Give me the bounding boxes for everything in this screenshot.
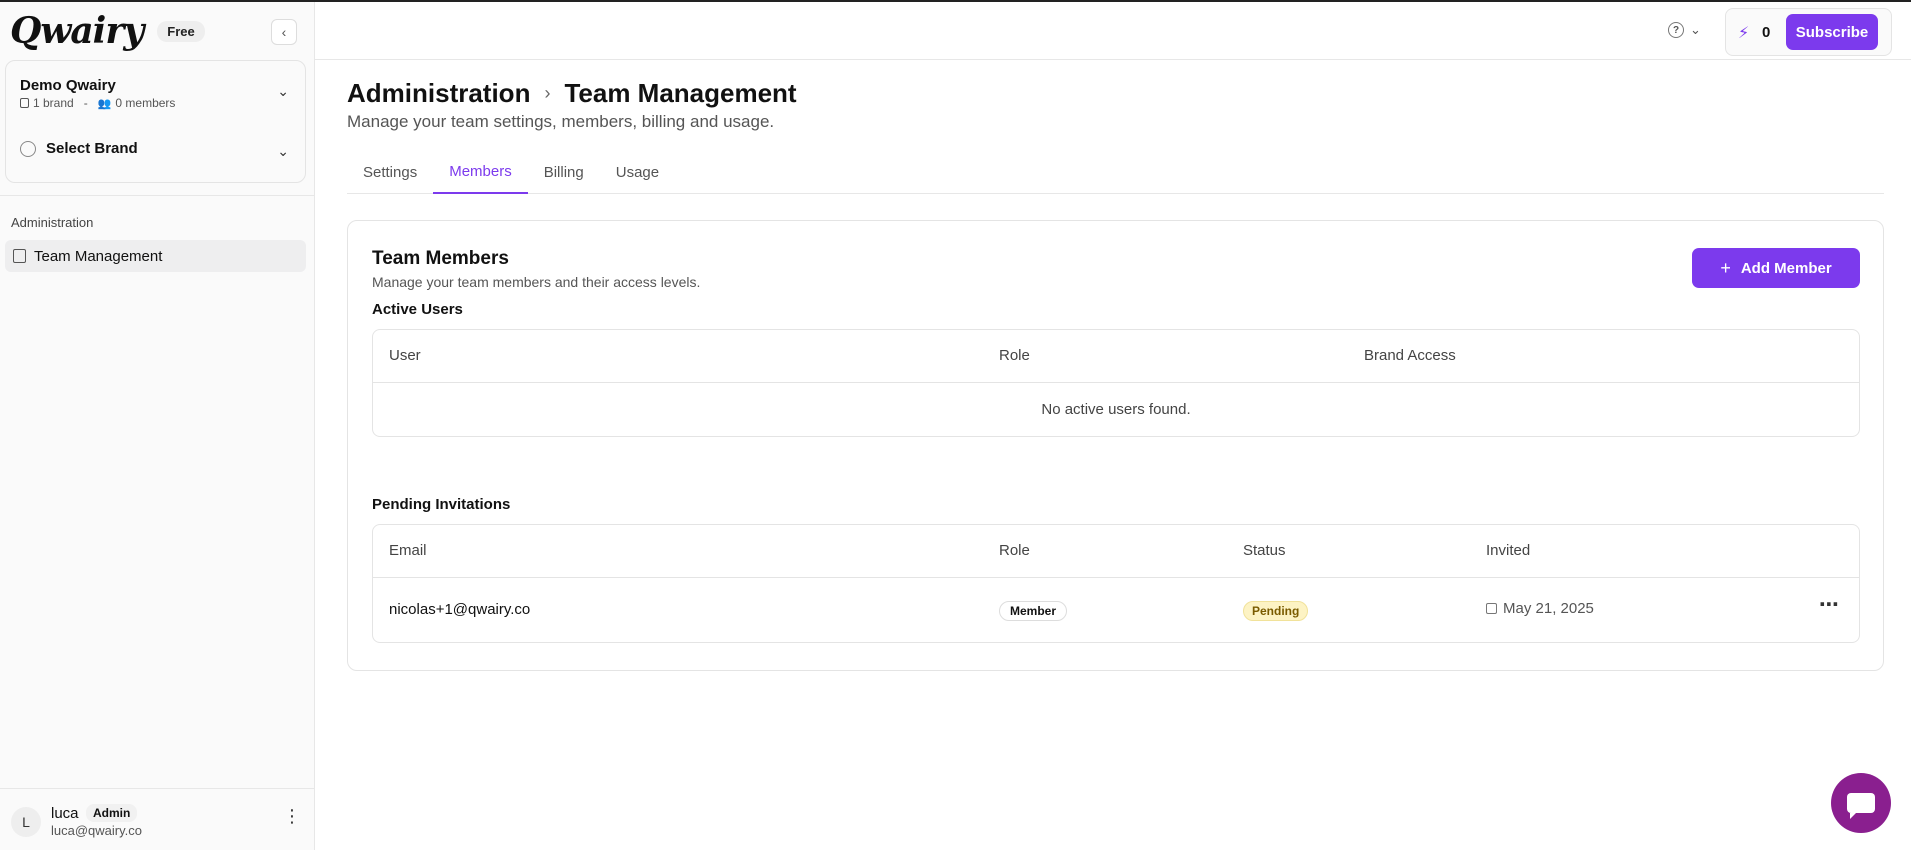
help-icon: ? <box>1668 22 1684 38</box>
tab-members[interactable]: Members <box>433 150 528 194</box>
org-meta: 1 brand - 👥 0 members <box>20 96 175 110</box>
tab-billing[interactable]: Billing <box>528 150 600 194</box>
card-description: Manage your team members and their acces… <box>372 274 701 290</box>
sidebar-section-label: Administration <box>11 215 94 230</box>
column-header[interactable]: Role <box>999 347 1030 364</box>
tab-settings[interactable]: Settings <box>347 150 433 194</box>
app-logo[interactable]: Qwairy <box>10 10 144 52</box>
top-bar: ? ⌄ ⚡︎ 0 Subscribe <box>315 2 1911 60</box>
globe-icon <box>20 140 36 157</box>
meta-separator: - <box>83 96 88 110</box>
team-members-card: Team Members Manage your team members an… <box>347 220 1884 671</box>
invite-email: nicolas+1@qwairy.co <box>389 601 531 618</box>
chevron-down-icon: ⌄ <box>277 143 289 159</box>
org-switcher[interactable]: Demo Qwairy 1 brand - 👥 0 members ⌄ Sele… <box>5 60 306 183</box>
plus-icon: + <box>1720 257 1731 278</box>
subscribe-button[interactable]: Subscribe <box>1786 14 1878 50</box>
brand-selector[interactable]: Select Brand <box>20 140 138 157</box>
column-header[interactable]: User <box>389 347 421 364</box>
member-count: 0 members <box>115 96 176 110</box>
user-menu[interactable]: L luca Admin luca@qwairy.co ⋮ <box>0 788 315 850</box>
column-header[interactable]: Role <box>999 542 1030 559</box>
breadcrumb-parent[interactable]: Administration <box>347 78 530 109</box>
user-email: luca@qwairy.co <box>51 823 142 838</box>
pending-invitations-heading: Pending Invitations <box>372 496 511 513</box>
active-users-heading: Active Users <box>372 301 463 318</box>
chevron-down-icon: ⌄ <box>277 83 289 99</box>
chat-icon <box>1847 793 1875 819</box>
chevron-down-icon: ⌄ <box>1690 22 1701 37</box>
credits-box: ⚡︎ 0 Subscribe <box>1725 8 1892 56</box>
invited-date-text: May 21, 2025 <box>1503 600 1594 617</box>
more-vertical-icon[interactable]: ⋮ <box>283 807 301 825</box>
pending-invitations-table: Email Role Status Invited nicolas+1@qwai… <box>372 524 1860 643</box>
credit-count: 0 <box>1762 24 1771 41</box>
breadcrumb: Administration › Team Management <box>347 78 797 109</box>
sidebar-divider <box>0 195 315 196</box>
org-name: Demo Qwairy <box>20 77 116 94</box>
table-row: nicolas+1@qwairy.co Member Pending May 2… <box>373 578 1859 642</box>
building-icon <box>20 98 29 108</box>
user-name: luca <box>51 805 79 822</box>
role-badge: Member <box>999 601 1068 621</box>
sidebar-item-label: Team Management <box>34 247 163 265</box>
users-icon: 👥 <box>97 97 112 110</box>
table-header: Email Role Status Invited <box>373 525 1859 578</box>
collapse-sidebar-button[interactable]: ‹ <box>271 19 297 45</box>
chevron-left-icon: ‹ <box>281 24 287 40</box>
column-header[interactable]: Brand Access <box>1364 347 1456 364</box>
column-header[interactable]: Status <box>1243 542 1286 559</box>
calendar-icon <box>1486 603 1497 614</box>
tab-bar: Settings Members Billing Usage <box>347 150 1884 194</box>
building-icon <box>13 249 26 263</box>
add-member-label: Add Member <box>1740 259 1832 277</box>
table-header: User Role Brand Access <box>373 330 1859 383</box>
bolt-icon: ⚡︎ <box>1738 25 1750 42</box>
page-title: Team Management <box>564 78 797 108</box>
role-badge: Admin <box>86 804 138 822</box>
brand-count: 1 brand <box>33 96 74 110</box>
chat-button[interactable] <box>1831 773 1891 833</box>
column-header[interactable]: Invited <box>1486 542 1530 559</box>
status-badge: Pending <box>1243 601 1309 621</box>
plan-badge: Free <box>157 20 205 42</box>
empty-state: No active users found. <box>1041 401 1191 418</box>
add-member-button[interactable]: + Add Member <box>1692 248 1860 288</box>
help-menu[interactable]: ? ⌄ <box>1668 22 1701 38</box>
column-header[interactable]: Email <box>389 542 427 559</box>
active-users-table: User Role Brand Access No active users f… <box>372 329 1860 437</box>
brand-selector-label: Select Brand <box>46 140 138 157</box>
sidebar-item-team-management[interactable]: Team Management <box>5 240 306 272</box>
avatar: L <box>11 807 41 837</box>
chevron-right-icon: › <box>544 83 551 103</box>
logo-row: Qwairy Free ‹ <box>0 2 314 60</box>
card-title: Team Members <box>372 248 509 269</box>
invited-date: May 21, 2025 <box>1486 600 1594 617</box>
page-subtitle: Manage your team settings, members, bill… <box>347 112 775 131</box>
tab-usage[interactable]: Usage <box>600 150 675 194</box>
more-horizontal-icon[interactable]: ⋯ <box>1819 592 1840 617</box>
sidebar: Qwairy Free ‹ Demo Qwairy 1 brand - 👥 0 … <box>0 2 315 850</box>
